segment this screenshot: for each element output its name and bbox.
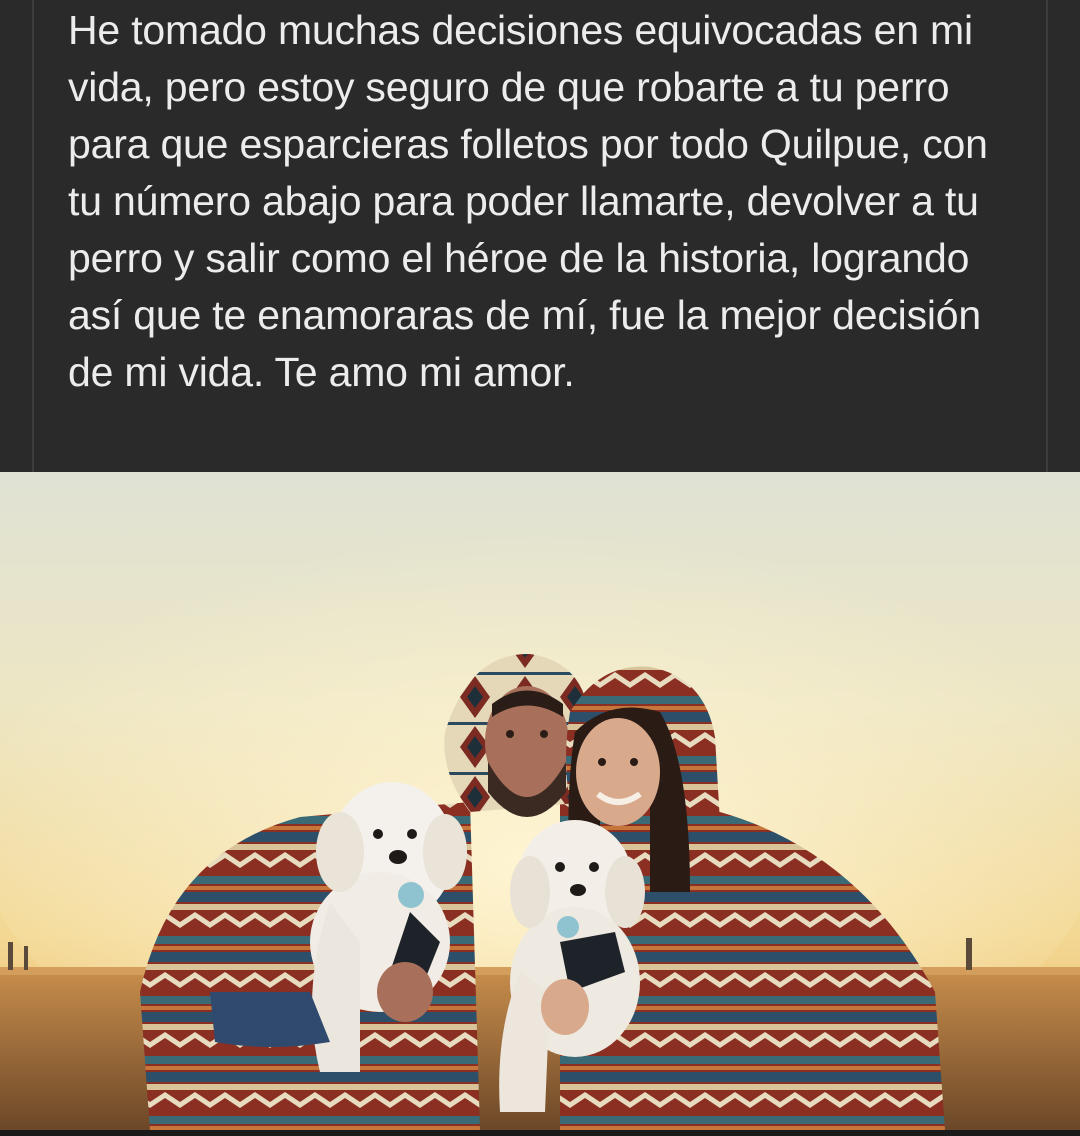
post-photo[interactable]: [0, 472, 1080, 1130]
right-divider: [1046, 0, 1048, 472]
post-text-block: He tomado muchas decisiones equivocadas …: [0, 0, 1080, 472]
post-text: He tomado muchas decisiones equivocadas …: [68, 7, 988, 395]
left-divider: [32, 0, 34, 472]
bottom-edge: [0, 1130, 1080, 1136]
couple-with-dogs-image: [0, 472, 1080, 1130]
post-container: He tomado muchas decisiones equivocadas …: [0, 0, 1080, 1136]
